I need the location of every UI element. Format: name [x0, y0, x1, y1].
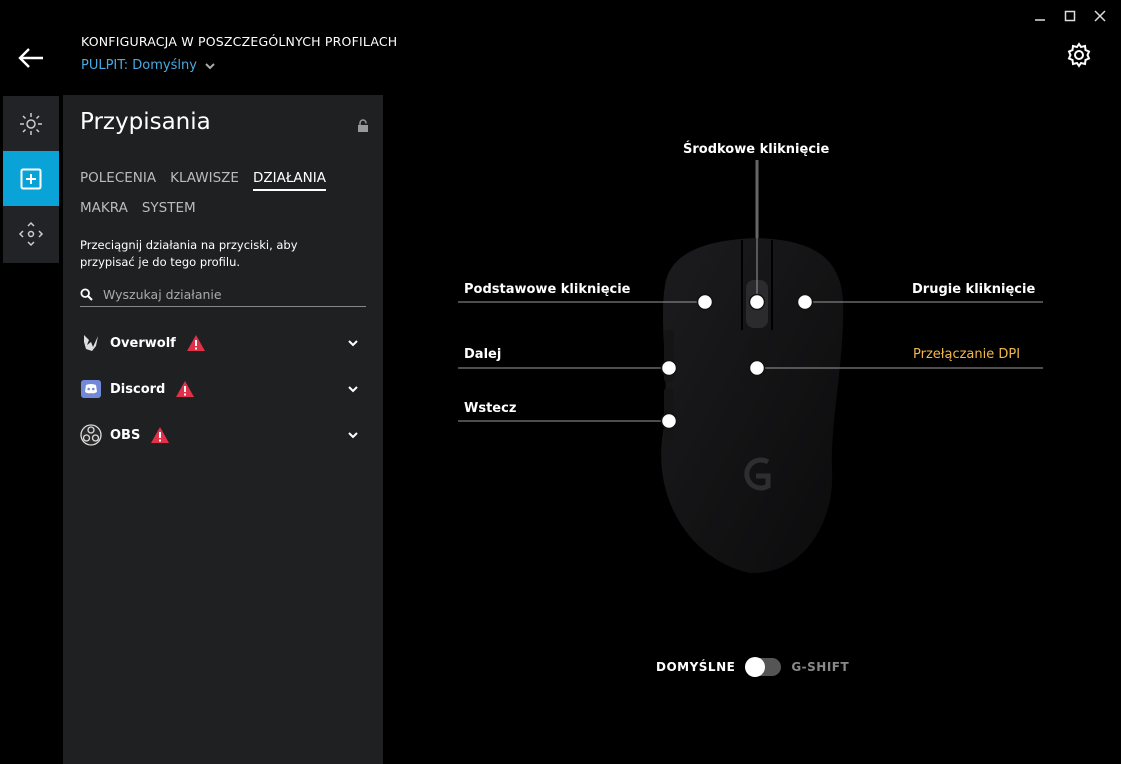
label-back[interactable]: Wstecz	[464, 401, 516, 416]
panel-title: Przypisania	[80, 109, 211, 135]
app-name: Overwolf	[110, 335, 176, 351]
callout-middle[interactable]	[748, 293, 766, 311]
app-row-overwolf[interactable]: Overwolf	[80, 329, 360, 357]
back-arrow-icon[interactable]	[17, 46, 45, 70]
gshift-toggle[interactable]	[745, 657, 782, 677]
app-row-discord[interactable]: Discord	[80, 375, 360, 403]
search-bar	[80, 283, 366, 307]
chevron-down-icon	[348, 340, 358, 347]
tab-makra[interactable]: MAKRA	[80, 200, 128, 216]
assignments-panel: Przypisania POLECENIA KLAWISZE DZIAŁANIA…	[63, 95, 383, 764]
rail-sensitivity[interactable]	[3, 206, 59, 261]
profile-label: PULPIT: Domyślny	[81, 58, 197, 73]
maximize-icon[interactable]	[1055, 6, 1085, 26]
drag-hint: Przeciągnij działania na przyciski, aby …	[80, 238, 298, 269]
search-icon	[80, 288, 93, 301]
rail-lighting[interactable]	[3, 96, 59, 151]
plus-box-icon	[20, 168, 42, 189]
label-primary-click[interactable]: Podstawowe kliknięcie	[464, 282, 631, 297]
app-name: Discord	[110, 381, 166, 397]
label-middle-click[interactable]: Środkowe kliknięcie	[683, 142, 829, 157]
mode-default-label: DOMYŚLNE	[656, 660, 736, 674]
chevron-down-icon	[348, 386, 358, 393]
label-secondary-click[interactable]: Drugie kliknięcie	[912, 282, 1035, 297]
overwolf-icon	[84, 335, 98, 351]
mouse-diagram	[458, 160, 1043, 574]
callout-forward[interactable]	[660, 359, 678, 377]
move-arrows-icon	[18, 221, 44, 246]
app-row-obs[interactable]: OBS	[80, 421, 360, 449]
close-icon[interactable]	[1085, 6, 1115, 26]
page-title: KONFIGURACJA W POSZCZEGÓLNYCH PROFILACH	[81, 34, 398, 49]
tab-klawisze[interactable]: KLAWISZE	[170, 170, 239, 191]
callout-primary[interactable]	[696, 293, 714, 311]
profile-selector[interactable]: PULPIT: Domyślny	[81, 58, 217, 73]
mode-toggle-row: DOMYŚLNE G-SHIFT	[656, 657, 850, 677]
chevron-down-icon	[205, 62, 215, 69]
tab-system[interactable]: SYSTEM	[142, 200, 196, 216]
tabs-row-2: MAKRA SYSTEM	[80, 200, 196, 216]
tab-polecenia[interactable]: POLECENIA	[80, 170, 156, 191]
window-controls	[1025, 6, 1115, 26]
tab-dzialania[interactable]: DZIAŁANIA	[252, 170, 326, 191]
app-name: OBS	[110, 427, 141, 443]
discord-icon	[81, 380, 101, 398]
label-forward[interactable]: Dalej	[464, 347, 501, 362]
mode-gshift-label: G-SHIFT	[791, 660, 850, 674]
callout-dpi[interactable]	[748, 359, 766, 377]
search-input[interactable]	[103, 287, 353, 302]
minimize-icon[interactable]	[1025, 6, 1055, 26]
obs-icon	[80, 424, 102, 446]
sun-icon	[20, 112, 42, 135]
left-rail	[3, 96, 59, 263]
label-dpi[interactable]: Przełączanie DPI	[913, 347, 1020, 362]
warning-icon	[151, 427, 170, 443]
chevron-down-icon	[348, 432, 358, 439]
lock-icon[interactable]	[357, 119, 369, 133]
tabs-row-1: POLECENIA KLAWISZE DZIAŁANIA	[80, 170, 326, 191]
callout-secondary[interactable]	[796, 293, 814, 311]
warning-icon	[186, 335, 205, 351]
rail-assignments[interactable]	[3, 151, 59, 206]
gear-icon[interactable]	[1066, 42, 1092, 68]
warning-icon	[176, 381, 195, 397]
callout-back[interactable]	[660, 412, 678, 430]
